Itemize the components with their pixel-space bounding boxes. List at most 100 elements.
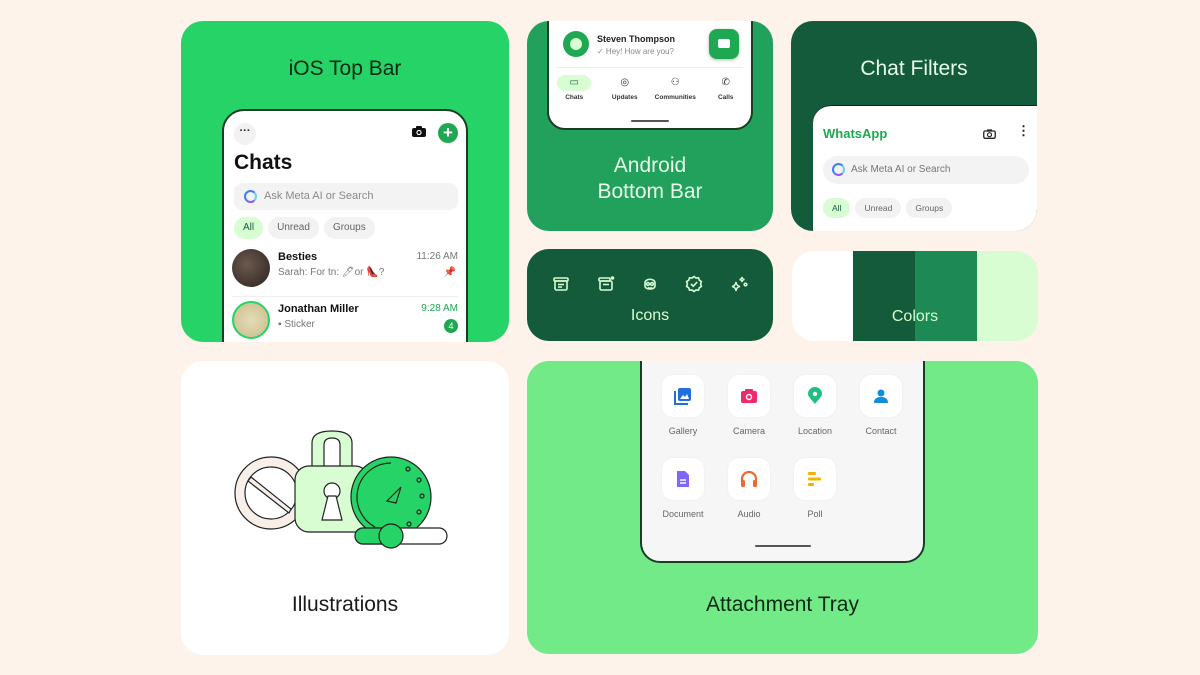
more-options-icon[interactable]: ··· <box>234 123 256 145</box>
chat-preview: Sarah: For tn: 🖊or 👠? <box>278 267 385 278</box>
card-title-line2: Bottom Bar <box>597 180 703 203</box>
app-brand: WhatsApp <box>823 126 888 141</box>
chip-unread[interactable]: Unread <box>268 217 319 239</box>
attach-document[interactable]: Document <box>662 458 704 519</box>
chip-all[interactable]: All <box>234 217 264 239</box>
card-icons: Icons <box>527 249 773 341</box>
chip-all[interactable]: All <box>823 198 851 218</box>
card-title: iOS Top Bar <box>288 57 402 80</box>
chip-groups[interactable]: Groups <box>906 198 953 218</box>
attach-location[interactable]: Location <box>794 375 836 436</box>
phone-mockup: Gallery Camera Location Contact Document… <box>640 361 925 563</box>
search-input[interactable]: Ask Meta AI or Search <box>823 156 1029 184</box>
location-icon <box>808 387 822 404</box>
camera-icon[interactable] <box>412 126 426 137</box>
card-title: Illustrations <box>291 593 399 616</box>
contact-message: ✓ Hey! How are you? <box>597 47 674 56</box>
more-options-icon[interactable]: ⋮ <box>1017 124 1030 137</box>
card-title: Colors <box>891 308 939 325</box>
avatar <box>563 31 589 57</box>
new-chat-button[interactable]: + <box>438 123 458 143</box>
attach-label: Document <box>662 509 704 519</box>
search-placeholder: Ask Meta AI or Search <box>851 164 951 175</box>
chip-unread[interactable]: Unread <box>855 198 902 218</box>
chat-name: Besties <box>278 251 318 263</box>
color-swatch-light-green <box>977 251 1038 341</box>
card-title: Icons <box>630 307 670 324</box>
home-indicator <box>631 120 669 122</box>
page-title: Chats <box>234 151 293 174</box>
nav-communities[interactable]: ⚇ Communities <box>652 75 698 101</box>
chat-name: Jonathan Miller <box>278 303 359 315</box>
communities-icon: ⚇ <box>670 77 680 88</box>
contact-name: Steven Thompson <box>597 34 676 44</box>
avatar <box>232 249 270 287</box>
updates-icon: ◎ <box>620 77 630 88</box>
search-input[interactable]: Ask Meta AI or Search <box>234 183 458 210</box>
chat-list-item[interactable]: Jonathan Miller ▪ Sticker 9:28 AM 4 <box>232 296 458 342</box>
contact-icon <box>874 389 888 403</box>
attach-poll[interactable]: Poll <box>794 458 836 519</box>
poll-icon <box>808 472 821 486</box>
chat-preview-text: Sticker <box>284 319 315 330</box>
card-ios-top-bar: iOS Top Bar ··· + Chats Ask Meta AI or S… <box>181 21 509 342</box>
card-illustrations: Illustrations <box>181 361 509 655</box>
card-colors: Colors <box>792 251 1038 341</box>
nav-calls[interactable]: ✆ Calls <box>703 75 749 101</box>
document-icon <box>677 471 689 487</box>
attach-contact[interactable]: Contact <box>860 375 902 436</box>
bottom-nav: ▭ Chats ◎ Updates ⚇ Communities ✆ Calls <box>549 75 751 101</box>
sparkle-icon <box>731 276 748 292</box>
pin-icon: 📌 <box>443 267 456 278</box>
attach-label: Location <box>797 426 833 436</box>
attachment-grid: Gallery Camera Location Contact Document… <box>662 375 902 519</box>
attach-camera[interactable]: Camera <box>728 375 770 436</box>
phone-mockup: Steven Thompson ✓ Hey! How are you? ▭ Ch… <box>547 21 753 130</box>
color-swatch-dark-green <box>853 251 915 341</box>
gallery-icon <box>674 388 691 405</box>
audio-icon <box>740 470 758 487</box>
icon-row <box>527 275 773 293</box>
verified-icon <box>686 275 703 293</box>
card-title: Chat Filters <box>860 57 968 80</box>
card-chat-filters: Chat Filters WhatsApp ⋮ Ask Meta AI or S… <box>791 21 1037 231</box>
archive-badge-icon <box>597 276 614 291</box>
color-swatch-green <box>915 251 977 341</box>
attach-label: Camera <box>732 426 765 436</box>
chat-time: 9:28 AM <box>421 303 458 314</box>
unread-badge: 4 <box>444 319 458 333</box>
search-placeholder: Ask Meta AI or Search <box>264 190 374 202</box>
calls-icon: ✆ <box>721 77 730 88</box>
nav-chats[interactable]: ▭ Chats <box>551 75 597 101</box>
card-attachment-tray: Gallery Camera Location Contact Document… <box>527 361 1038 654</box>
attach-gallery[interactable]: Gallery <box>662 375 704 436</box>
meta-ai-icon <box>244 190 257 203</box>
attach-label: Gallery <box>668 426 698 436</box>
color-swatch-white <box>792 251 853 341</box>
camera-icon <box>741 389 757 403</box>
chip-groups[interactable]: Groups <box>323 217 375 239</box>
new-chat-fab[interactable] <box>709 29 739 59</box>
archive-icon <box>553 277 569 291</box>
attach-label: Audio <box>737 509 761 519</box>
home-indicator <box>754 545 811 547</box>
attach-label: Poll <box>807 509 823 519</box>
attach-audio[interactable]: Audio <box>728 458 770 519</box>
filter-chips: All Unread Groups <box>234 217 375 239</box>
nav-updates[interactable]: ◎ Updates <box>602 75 648 101</box>
nav-label: Communities <box>654 94 696 101</box>
card-title-line1: Android <box>613 154 687 177</box>
attach-label: Contact <box>865 426 897 436</box>
avatar <box>232 301 270 339</box>
avatar-icon <box>644 278 656 290</box>
nav-label: Updates <box>611 94 638 101</box>
filter-chips: All Unread Groups <box>823 198 953 218</box>
phone-mockup: WhatsApp ⋮ Ask Meta AI or Search All Unr… <box>813 105 1037 231</box>
nav-label: Chats <box>565 94 584 101</box>
meta-ai-icon <box>832 163 845 176</box>
camera-icon[interactable] <box>983 129 996 139</box>
chat-list-item[interactable]: Besties Sarah: For tn: 🖊or 👠? 11:26 AM 📌 <box>232 245 458 293</box>
chats-icon: ▭ <box>557 75 592 91</box>
illustration-graphic <box>234 430 448 549</box>
chat-preview: ▪ Sticker <box>278 319 315 330</box>
